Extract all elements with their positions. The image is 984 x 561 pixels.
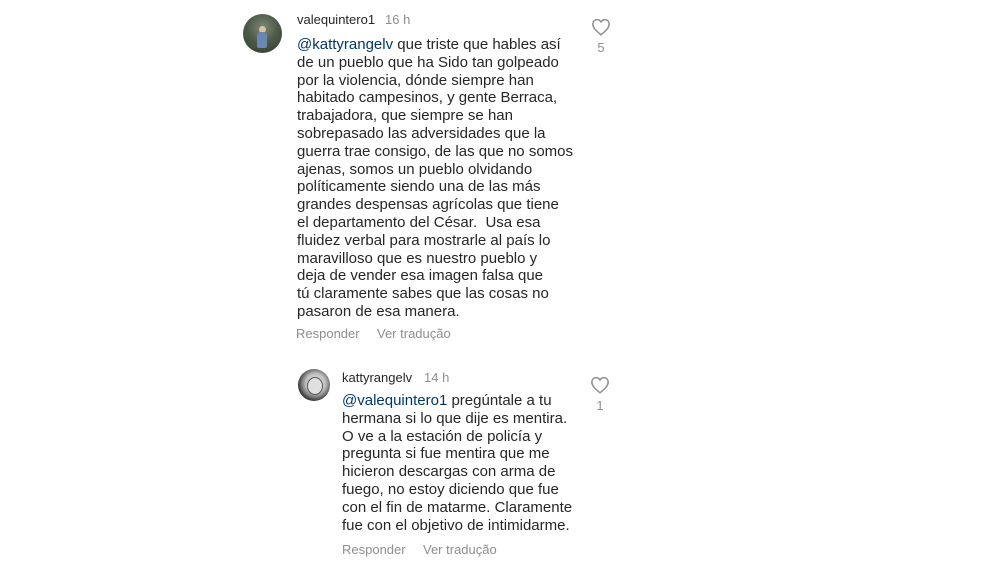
reply-button[interactable]: Responder: [342, 542, 406, 557]
comment-username[interactable]: valequintero1: [297, 12, 375, 27]
see-translation-button[interactable]: Ver tradução: [423, 542, 497, 557]
like-count: 1: [596, 398, 604, 413]
avatar[interactable]: [298, 369, 330, 401]
avatar-face: [307, 377, 323, 395]
comment-timestamp: 16 h: [385, 12, 411, 27]
see-translation-button[interactable]: Ver tradução: [377, 326, 451, 341]
comment-timestamp: 14 h: [424, 370, 450, 385]
avatar[interactable]: [243, 14, 282, 53]
comment-body: @kattyrangelv que triste que hables así …: [297, 36, 573, 321]
reply-button[interactable]: Responder: [296, 326, 360, 341]
comment-text: que triste que hables así de un pueblo q…: [297, 36, 573, 320]
like-count: 5: [597, 40, 605, 55]
comment-text: pregúntale a tu hermana si lo que dije e…: [342, 392, 573, 534]
comment-username[interactable]: kattyrangelv: [342, 370, 412, 385]
avatar-figure-body: [257, 32, 267, 48]
mention-link[interactable]: @valequintero1: [342, 392, 447, 409]
heart-outline-icon[interactable]: [591, 18, 611, 36]
mention-link[interactable]: @kattyrangelv: [297, 36, 393, 53]
heart-outline-icon[interactable]: [590, 376, 610, 394]
comment-body: @valequintero1 pregúntale a tu hermana s…: [342, 392, 572, 534]
